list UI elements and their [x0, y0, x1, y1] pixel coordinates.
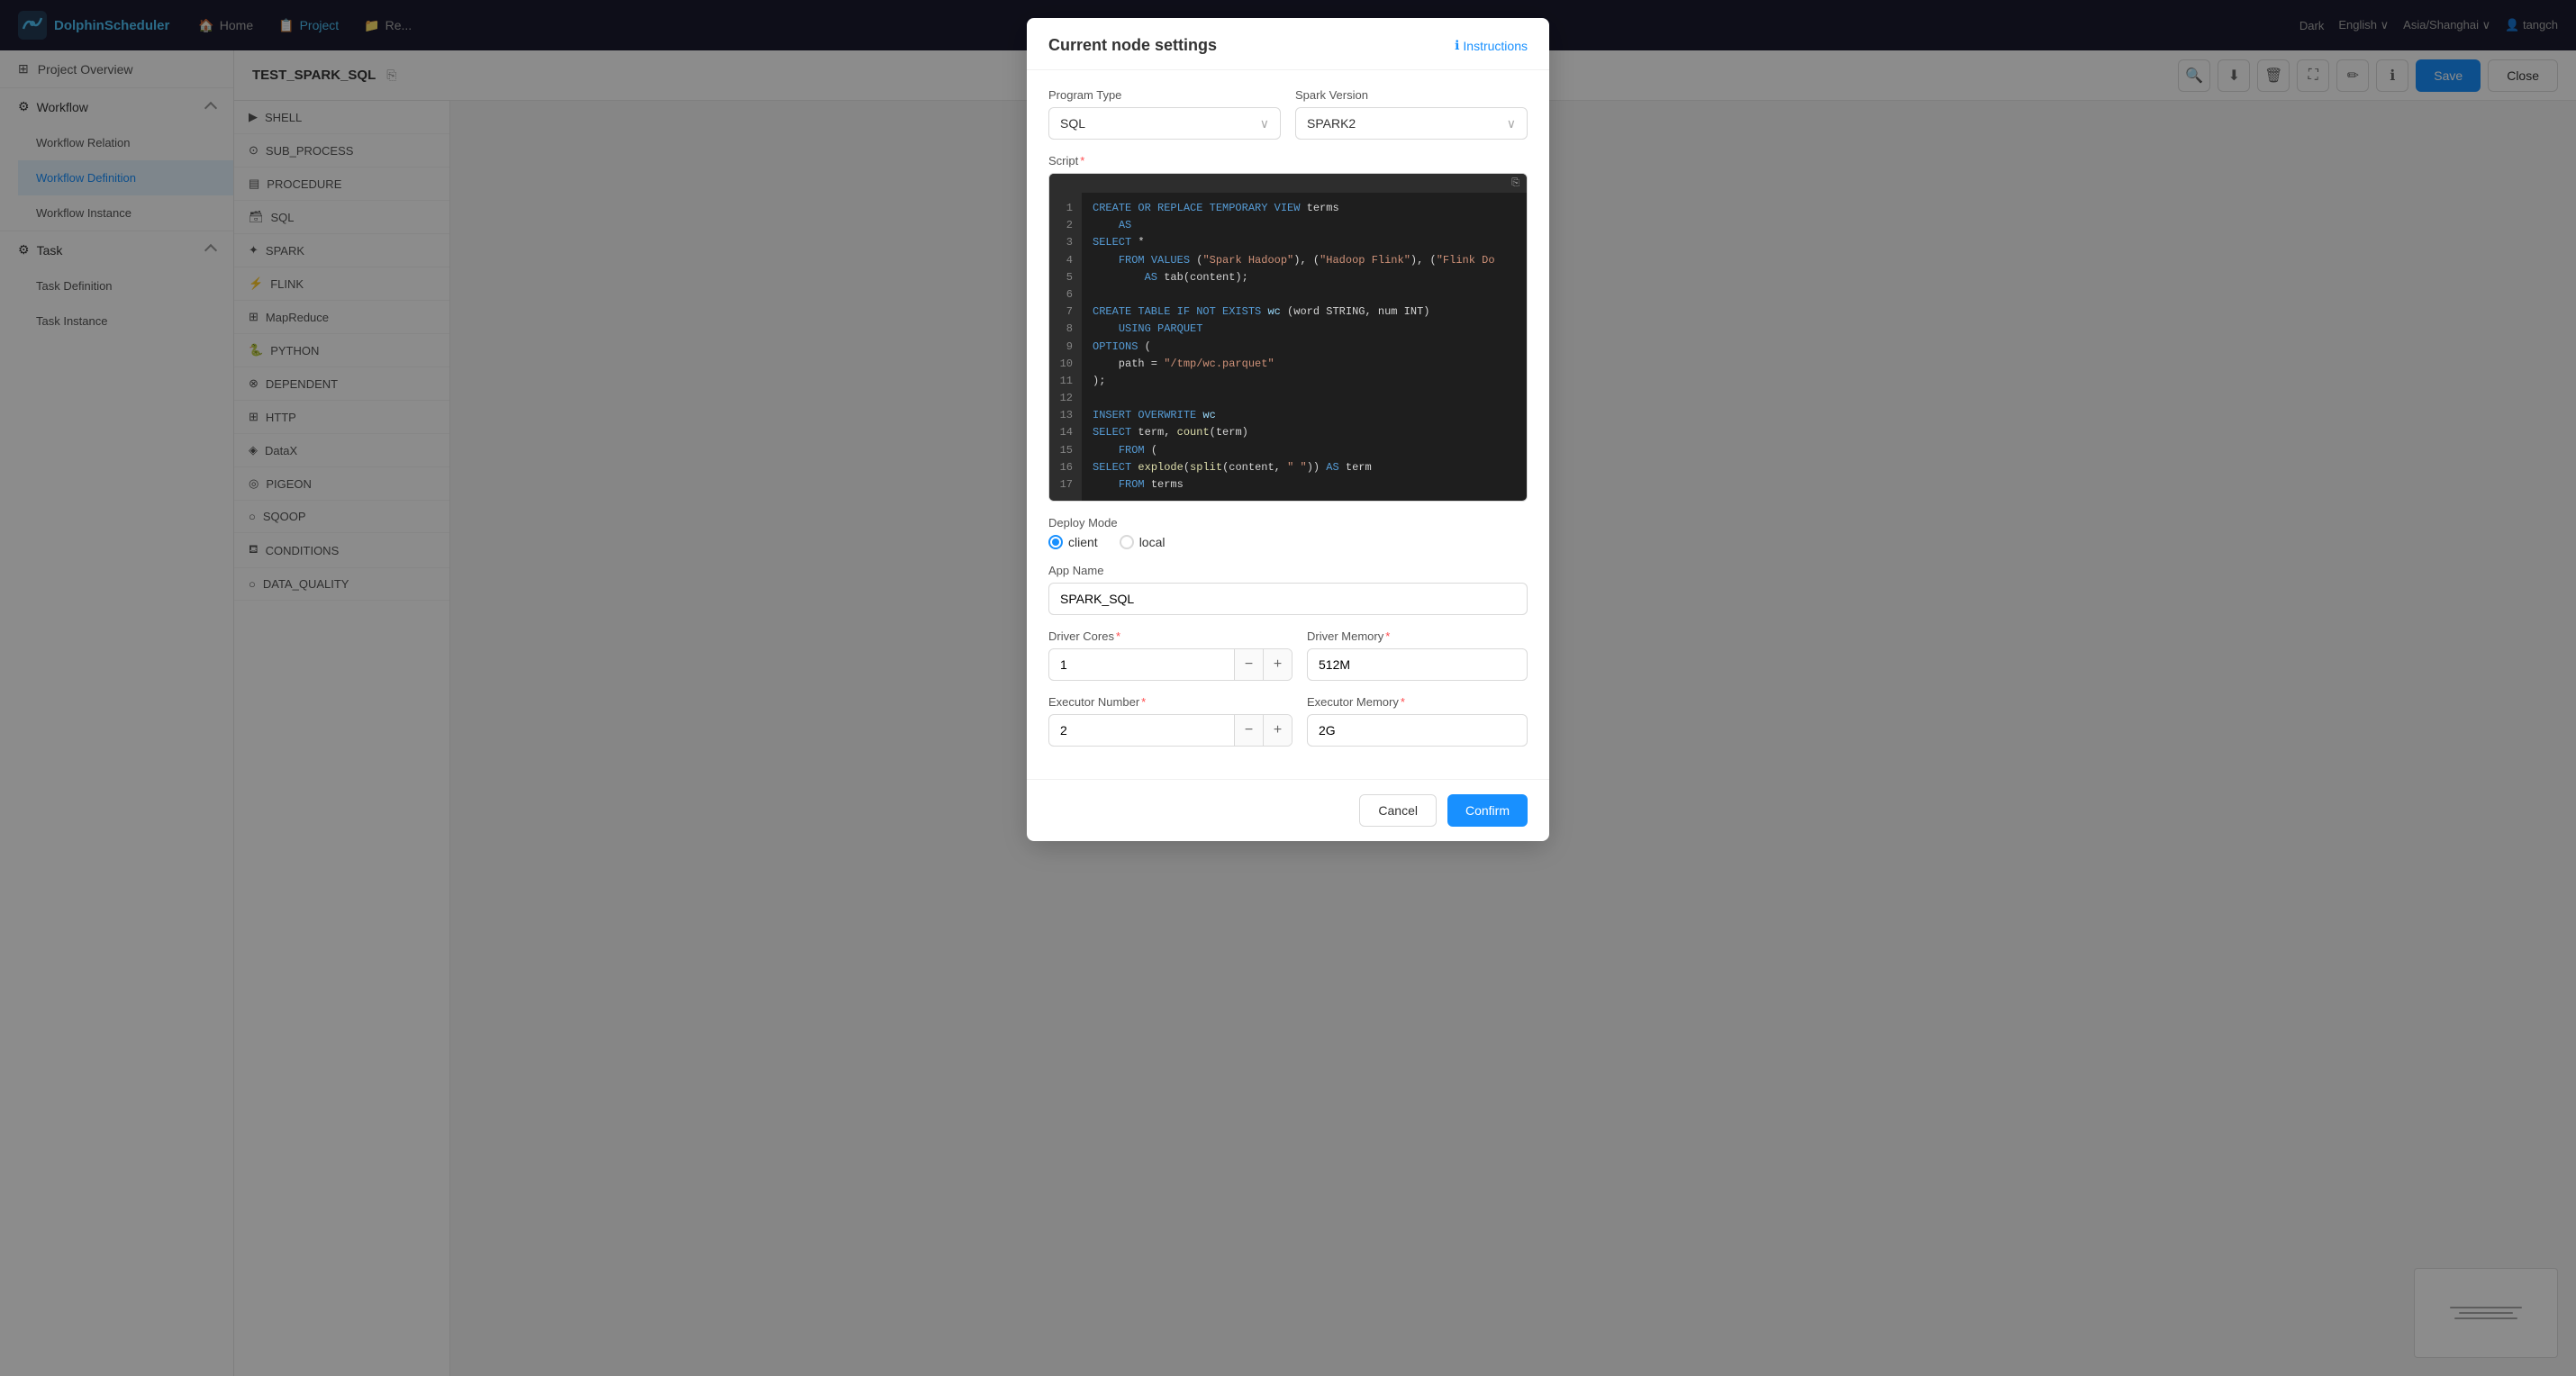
app-name-label: App Name [1048, 564, 1528, 577]
spark-version-group: Spark Version SPARK2 ∨ [1295, 88, 1528, 140]
code-editor[interactable]: ⎘ 1234567891011121314151617 CREATE OR RE… [1048, 173, 1528, 502]
modal-overlay[interactable]: Current node settings ℹ Instructions Pro… [0, 0, 2576, 1376]
node-settings-modal: Current node settings ℹ Instructions Pro… [1027, 18, 1549, 841]
code-editor-header: ⎘ [1049, 174, 1527, 193]
modal-title: Current node settings [1048, 36, 1217, 55]
program-spark-row: Program Type SQL ∨ Spark Version SPARK2 … [1048, 88, 1528, 140]
spark-version-value: SPARK2 [1307, 116, 1356, 131]
spark-version-select[interactable]: SPARK2 ∨ [1295, 107, 1528, 140]
chevron-down-icon: ∨ [1260, 116, 1269, 131]
program-type-value: SQL [1060, 116, 1085, 131]
executor-memory-input[interactable] [1307, 714, 1528, 747]
executor-number-label: Executor Number* [1048, 695, 1293, 709]
executor-memory-label: Executor Memory* [1307, 695, 1528, 709]
driver-cores-input[interactable] [1049, 657, 1234, 672]
driver-cores-increment[interactable]: + [1263, 649, 1292, 680]
cancel-button[interactable]: Cancel [1359, 794, 1437, 827]
deploy-mode-local[interactable]: local [1120, 535, 1166, 549]
copy-code-icon[interactable]: ⎘ [1511, 177, 1519, 189]
radio-client-circle [1048, 535, 1063, 549]
executor-number-group: Executor Number* − + [1048, 695, 1293, 747]
script-group: Script* ⎘ 1234567891011121314151617 CREA… [1048, 154, 1528, 502]
spark-chevron-down-icon: ∨ [1507, 116, 1516, 131]
instructions-link[interactable]: ℹ Instructions [1455, 38, 1528, 53]
executor-number-increment[interactable]: + [1263, 715, 1292, 746]
program-type-label: Program Type [1048, 88, 1281, 102]
radio-local-circle [1120, 535, 1134, 549]
executor-number-stepper: − + [1048, 714, 1293, 747]
modal-header: Current node settings ℹ Instructions [1027, 18, 1549, 70]
driver-cores-stepper: − + [1048, 648, 1293, 681]
code-content[interactable]: CREATE OR REPLACE TEMPORARY VIEW terms A… [1082, 193, 1527, 501]
driver-memory-label: Driver Memory* [1307, 629, 1528, 643]
program-type-select[interactable]: SQL ∨ [1048, 107, 1281, 140]
deploy-mode-radio-group: client local [1048, 535, 1528, 549]
driver-cores-decrement[interactable]: − [1234, 649, 1263, 680]
program-type-group: Program Type SQL ∨ [1048, 88, 1281, 140]
confirm-button[interactable]: Confirm [1447, 794, 1528, 827]
driver-memory-input[interactable] [1307, 648, 1528, 681]
spark-version-label: Spark Version [1295, 88, 1528, 102]
driver-row: Driver Cores* − + Driver Memory* [1048, 629, 1528, 681]
info-circle-icon: ℹ [1455, 38, 1459, 53]
script-label: Script* [1048, 154, 1528, 167]
modal-footer: Cancel Confirm [1027, 779, 1549, 841]
driver-cores-label: Driver Cores* [1048, 629, 1293, 643]
executor-row: Executor Number* − + Executor Memory* [1048, 695, 1528, 747]
driver-memory-group: Driver Memory* [1307, 629, 1528, 681]
app-name-input[interactable] [1048, 583, 1528, 615]
deploy-mode-client[interactable]: client [1048, 535, 1098, 549]
modal-body: Program Type SQL ∨ Spark Version SPARK2 … [1027, 70, 1549, 779]
driver-cores-group: Driver Cores* − + [1048, 629, 1293, 681]
code-editor-body: 1234567891011121314151617 CREATE OR REPL… [1049, 193, 1527, 501]
executor-number-input[interactable] [1049, 723, 1234, 738]
line-numbers: 1234567891011121314151617 [1049, 193, 1082, 501]
executor-number-decrement[interactable]: − [1234, 715, 1263, 746]
executor-memory-group: Executor Memory* [1307, 695, 1528, 747]
deploy-mode-label: Deploy Mode [1048, 516, 1528, 530]
deploy-mode-group: Deploy Mode client local [1048, 516, 1528, 549]
app-name-group: App Name [1048, 564, 1528, 615]
